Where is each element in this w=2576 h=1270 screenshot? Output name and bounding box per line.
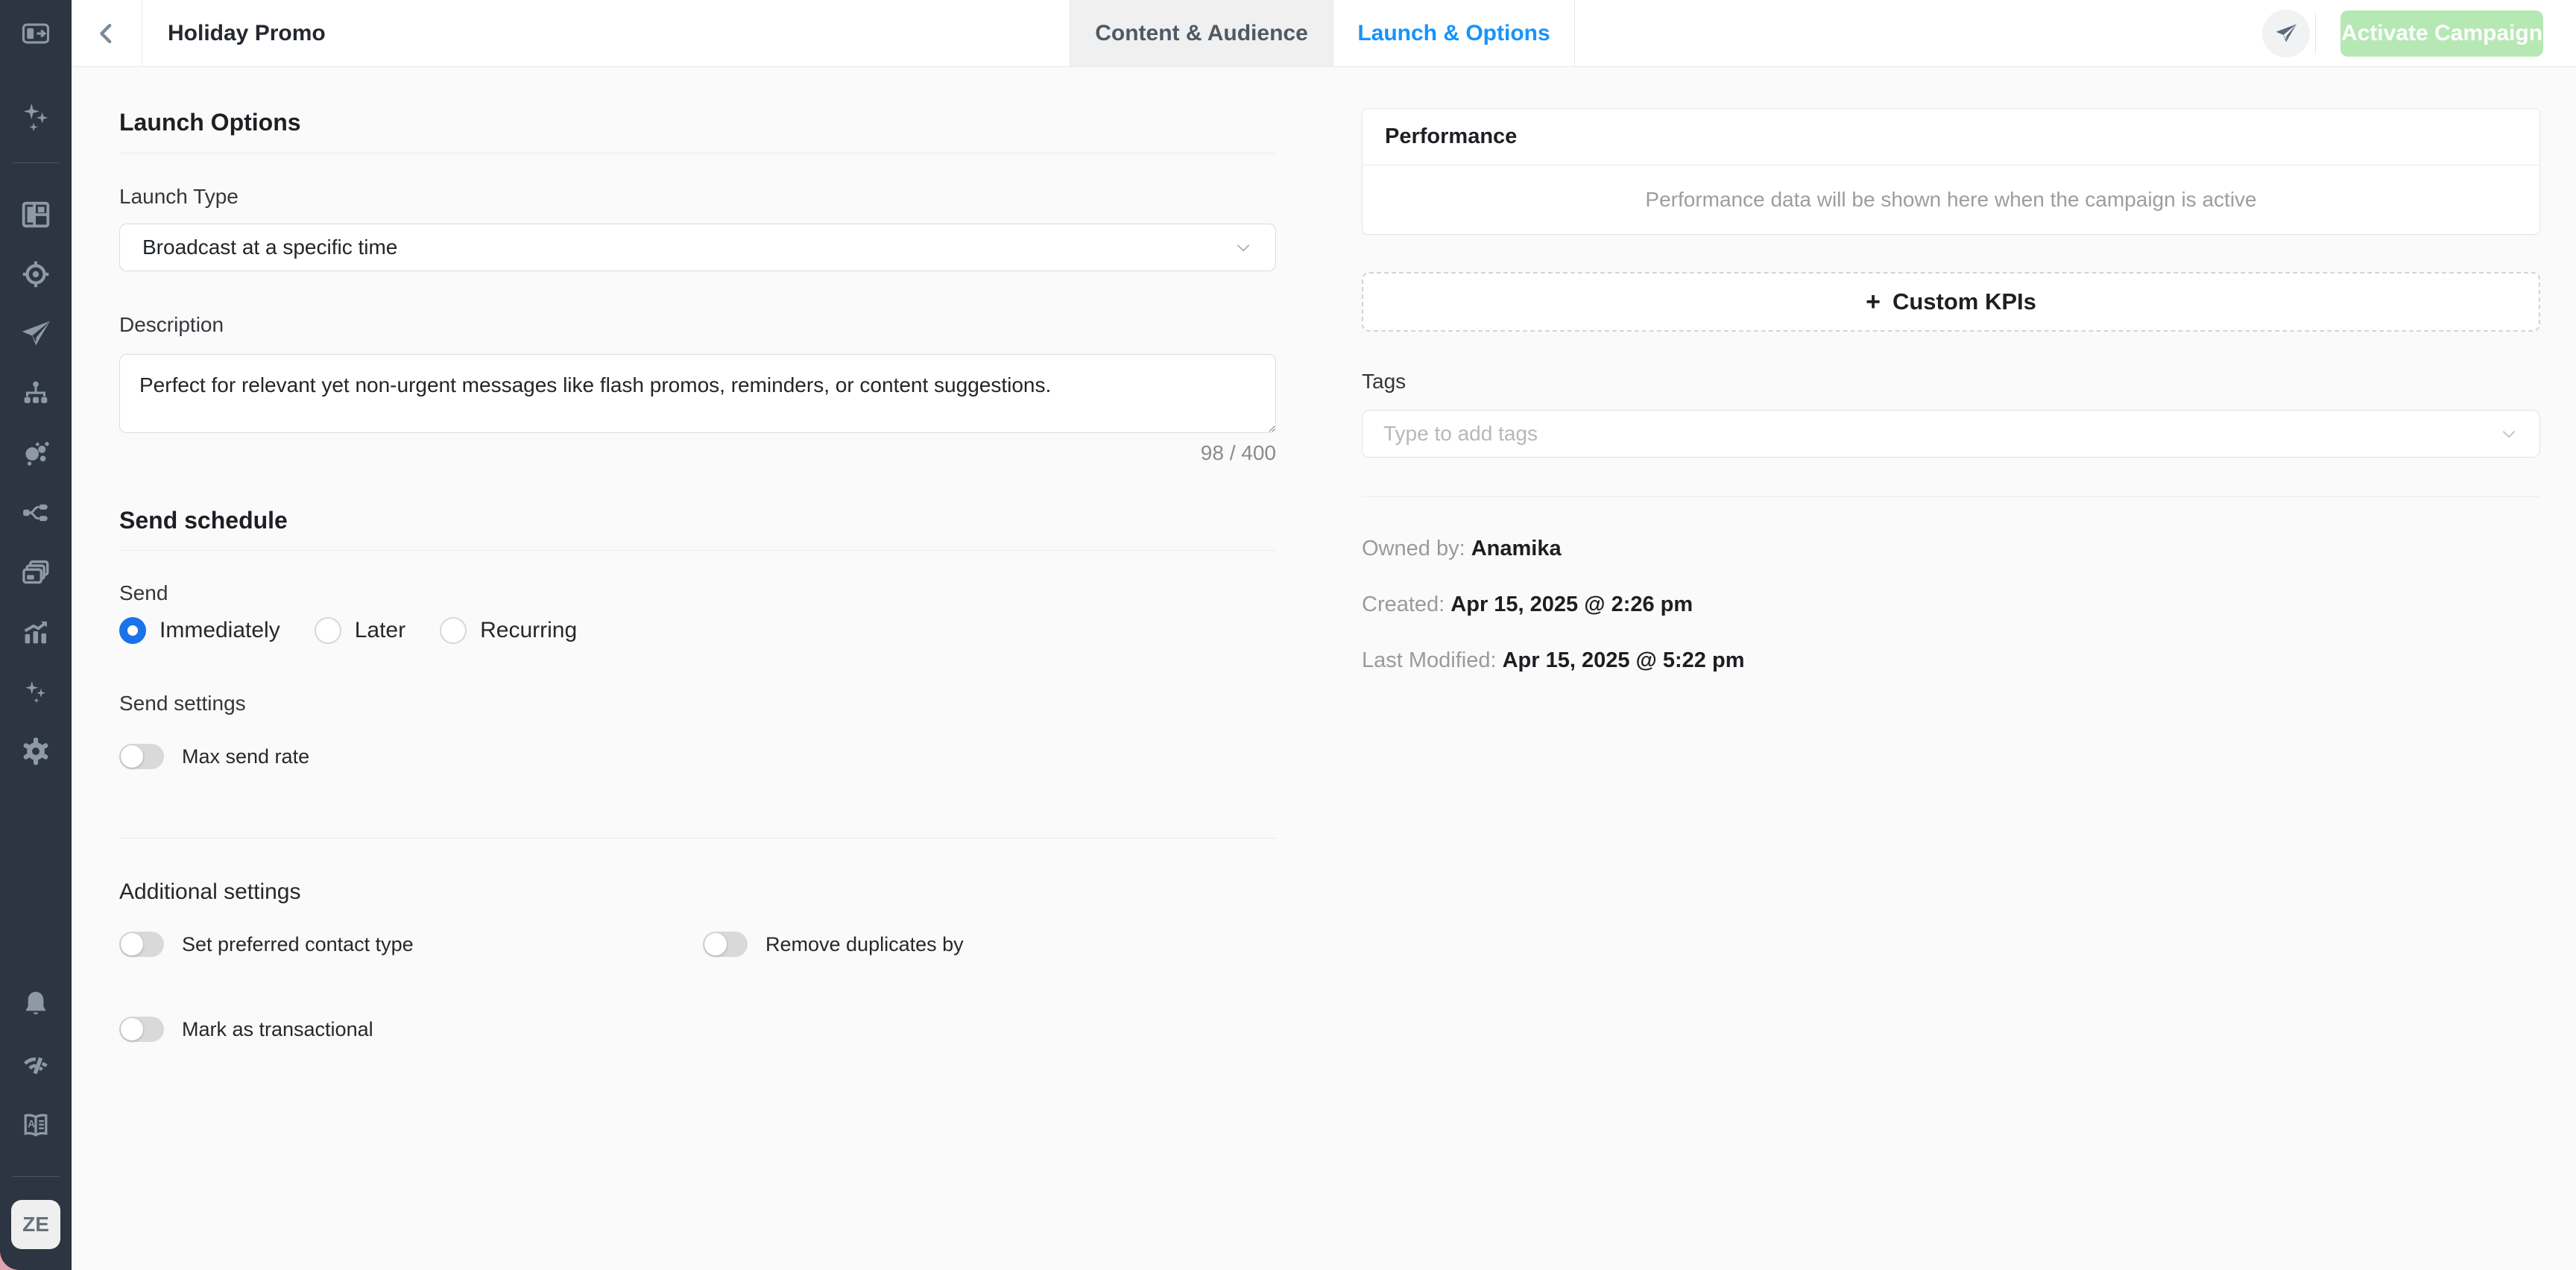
settings-icon[interactable] (18, 733, 54, 769)
radio-label: Immediately (160, 618, 280, 643)
created-value: Apr 15, 2025 @ 2:26 pm (1450, 593, 1693, 616)
dashboard-icon[interactable] (18, 197, 54, 233)
panel-toggle-icon[interactable] (18, 16, 54, 51)
audience-icon[interactable] (18, 435, 54, 471)
performance-empty-message: Performance data will be shown here when… (1363, 165, 2539, 234)
sidebar-divider (12, 1176, 60, 1177)
section-divider (119, 550, 1276, 551)
custom-kpis-button[interactable]: + Custom KPIs (1362, 272, 2540, 332)
toggle-label: Mark as transactional (182, 1018, 373, 1041)
chevron-down-icon (1234, 238, 1253, 257)
toggle-off[interactable] (703, 932, 748, 957)
owned-by-row: Owned by: Anamika (1362, 537, 1562, 561)
target-icon[interactable] (18, 256, 54, 292)
radio-label: Recurring (480, 618, 577, 643)
owned-by-value: Anamika (1471, 537, 1562, 560)
campaign-summary-panel: Performance Performance data will be sho… (1362, 67, 2540, 1270)
header-divider (2315, 13, 2316, 54)
paper-plane-icon (2273, 21, 2299, 46)
custom-kpis-label: Custom KPIs (1892, 288, 2036, 315)
campaign-editor-app: A ZE Holiday Promo Content & Audience La… (0, 0, 2576, 1270)
svg-text:A: A (28, 1119, 35, 1130)
char-counter: 98 / 400 (1201, 441, 1276, 465)
top-header: Holiday Promo Content & Audience Launch … (72, 0, 2576, 67)
toggle-off[interactable] (119, 1017, 164, 1042)
notifications-icon[interactable] (18, 987, 54, 1023)
plus-icon: + (1866, 288, 1881, 317)
launch-type-select[interactable]: Broadcast at a specific time (119, 224, 1276, 271)
created-label: Created: (1362, 593, 1445, 616)
app-sidebar: A ZE (0, 0, 72, 1270)
campaign-tabs: Content & Audience Launch & Options (1070, 0, 1575, 66)
analytics-icon[interactable] (18, 614, 54, 650)
tab-launch-options[interactable]: Launch & Options (1333, 0, 1575, 66)
page-title: Holiday Promo (168, 0, 326, 66)
launch-type-value: Broadcast at a specific time (142, 236, 1234, 259)
journey-icon[interactable] (18, 495, 54, 531)
description-textarea[interactable]: Perfect for relevant yet non-urgent mess… (119, 354, 1276, 433)
section-divider (1362, 496, 2540, 497)
last-modified-value: Apr 15, 2025 @ 5:22 pm (1503, 648, 1745, 672)
preferred-contact-type-toggle-row[interactable]: Set preferred contact type (119, 932, 414, 957)
remove-duplicates-toggle-row[interactable]: Remove duplicates by (703, 932, 964, 957)
launch-type-label: Launch Type (119, 185, 239, 209)
tab-content-audience[interactable]: Content & Audience (1070, 0, 1333, 66)
sidebar-divider (12, 162, 60, 163)
radio-later[interactable]: Later (315, 617, 405, 644)
signal-icon[interactable] (18, 1046, 54, 1082)
additional-settings-heading: Additional settings (119, 879, 301, 905)
user-avatar[interactable]: ZE (11, 1200, 60, 1249)
send-radio-group: Immediately Later Recurring (119, 617, 577, 644)
tags-label: Tags (1362, 370, 1406, 394)
docs-icon[interactable]: A (18, 1108, 54, 1143)
chevron-left-icon (92, 19, 121, 48)
hierarchy-icon[interactable] (18, 376, 54, 411)
chevron-down-icon[interactable] (2499, 424, 2519, 443)
sparkles-icon[interactable] (18, 674, 54, 710)
tags-input[interactable] (1383, 422, 2499, 446)
performance-heading: Performance (1363, 109, 2539, 165)
radio-immediately[interactable]: Immediately (119, 617, 280, 644)
activate-campaign-button[interactable]: Activate Campaign (2340, 10, 2543, 57)
templates-icon[interactable] (18, 555, 54, 590)
toggle-off[interactable] (119, 744, 164, 769)
performance-card: Performance Performance data will be sho… (1362, 108, 2540, 235)
radio-button[interactable] (315, 617, 341, 644)
launch-options-heading: Launch Options (119, 109, 301, 136)
description-label: Description (119, 313, 224, 337)
radio-button-selected[interactable] (119, 617, 146, 644)
max-send-rate-toggle-row[interactable]: Max send rate (119, 744, 309, 769)
radio-button[interactable] (440, 617, 467, 644)
toggle-label: Set preferred contact type (182, 933, 414, 956)
toggle-label: Max send rate (182, 745, 309, 768)
launch-options-panel: Launch Options Launch Type Broadcast at … (119, 67, 1276, 1270)
tags-input-container (1362, 410, 2540, 458)
send-label: Send (119, 581, 168, 605)
send-schedule-heading: Send schedule (119, 507, 288, 534)
send-settings-label: Send settings (119, 692, 246, 715)
last-modified-label: Last Modified: (1362, 648, 1497, 672)
main-content: Launch Options Launch Type Broadcast at … (72, 67, 2576, 1270)
radio-recurring[interactable]: Recurring (440, 617, 577, 644)
send-test-button[interactable] (2262, 10, 2310, 57)
toggle-label: Remove duplicates by (765, 933, 964, 956)
toggle-off[interactable] (119, 932, 164, 957)
radio-label: Later (355, 618, 405, 643)
back-button[interactable] (72, 0, 142, 66)
created-row: Created: Apr 15, 2025 @ 2:26 pm (1362, 593, 1693, 617)
owned-by-label: Owned by: (1362, 537, 1465, 560)
section-divider (119, 153, 1276, 154)
ai-sparkles-icon[interactable] (18, 100, 54, 136)
send-icon[interactable] (18, 316, 54, 352)
last-modified-row: Last Modified: Apr 15, 2025 @ 5:22 pm (1362, 648, 1745, 673)
mark-transactional-toggle-row[interactable]: Mark as transactional (119, 1017, 373, 1042)
